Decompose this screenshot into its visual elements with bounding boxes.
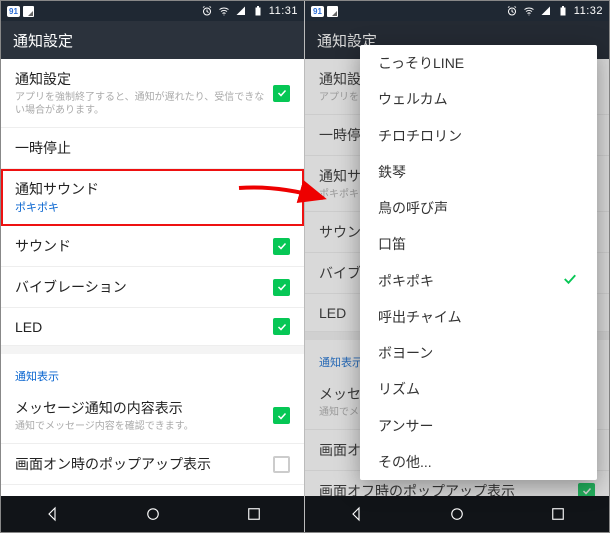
notif-count-badge: 91 xyxy=(7,6,20,17)
battery-icon xyxy=(252,5,264,17)
row-title: 一時停止 xyxy=(15,138,290,158)
sound-option[interactable]: アンサー xyxy=(360,408,597,444)
sound-option[interactable]: チロチロリン xyxy=(360,118,597,154)
sound-option[interactable]: その他... xyxy=(360,444,597,480)
clock: 11:31 xyxy=(269,5,298,17)
phone-left: 91 11:31 通知設定 通知設定アプリを強制終了すると、通知が遅れたり、受信… xyxy=(1,1,305,532)
sound-option[interactable]: 口笛 xyxy=(360,226,597,262)
sound-option[interactable]: ウェルカム xyxy=(360,81,597,117)
section-title: 通知表示 xyxy=(15,368,59,384)
row-title: 通知設定 xyxy=(15,69,273,89)
nav-home-icon[interactable] xyxy=(448,505,466,523)
option-label: ウェルカム xyxy=(378,89,448,109)
settings-row[interactable]: メッセージ通知の内容表示通知でメッセージ内容を確認できます。 xyxy=(1,388,304,444)
wifi-icon xyxy=(523,5,535,17)
option-label: ボヨーン xyxy=(378,343,433,363)
nav-back-icon[interactable] xyxy=(347,505,365,523)
phone-right: 91 11:32 通知設定 通知設定アプリを… 一時停止 通知サウンドポキポキ xyxy=(305,1,609,532)
nav-home-icon[interactable] xyxy=(144,505,162,523)
section-header: 通知表示 xyxy=(1,346,304,388)
battery-icon xyxy=(557,5,569,17)
option-label: リズム xyxy=(378,379,420,399)
check-icon xyxy=(561,270,579,291)
settings-row[interactable]: 一時停止 xyxy=(1,128,304,169)
sound-option[interactable]: 鉄琴 xyxy=(360,154,597,190)
row-title: メッセージ通知の内容表示 xyxy=(15,398,273,418)
nav-recent-icon[interactable] xyxy=(549,505,567,523)
signal-icon xyxy=(235,5,247,17)
option-label: 口笛 xyxy=(378,234,406,254)
sound-option[interactable]: こっそりLINE xyxy=(360,45,597,81)
option-label: その他... xyxy=(378,452,432,472)
notif-count-badge: 91 xyxy=(311,6,324,17)
row-title: サウンド xyxy=(15,236,273,256)
settings-row[interactable]: バイブレーション xyxy=(1,267,304,308)
picture-icon xyxy=(327,6,338,17)
option-label: アンサー xyxy=(378,416,433,436)
checkbox-off-icon[interactable] xyxy=(273,456,290,473)
app-bar: 通知設定 xyxy=(1,21,304,59)
settings-list[interactable]: 通知設定アプリを強制終了すると、通知が遅れたり、受信できない場合があります。 一… xyxy=(1,59,304,496)
checkbox-on-icon[interactable] xyxy=(273,318,290,335)
row-subtitle: 通知でメッセージ内容を確認できます。 xyxy=(15,420,273,433)
settings-row[interactable]: 通知サウンドポキポキ xyxy=(1,169,304,226)
nav-back-icon[interactable] xyxy=(43,505,61,523)
settings-row[interactable]: 画面オン時のポップアップ表示 xyxy=(1,444,304,485)
signal-icon xyxy=(540,5,552,17)
nav-bar xyxy=(1,496,304,532)
checkbox-on-icon[interactable] xyxy=(273,279,290,296)
row-subtitle: ポキポキ xyxy=(15,201,290,215)
status-bar: 91 11:31 xyxy=(1,1,304,21)
settings-row[interactable]: 通知設定アプリを強制終了すると、通知が遅れたり、受信できない場合があります。 xyxy=(1,59,304,128)
settings-row[interactable]: 画面オフ時のポップアップ表示 xyxy=(1,485,304,496)
option-label: 鉄琴 xyxy=(378,162,406,182)
alarm-icon xyxy=(506,5,518,17)
checkbox-on-icon[interactable] xyxy=(273,407,290,424)
option-label: 呼出チャイム xyxy=(378,307,462,327)
option-label: こっそりLINE xyxy=(378,53,464,73)
option-label: 鳥の呼び声 xyxy=(378,198,448,218)
sound-option[interactable]: 鳥の呼び声 xyxy=(360,190,597,226)
sound-option[interactable]: リズム xyxy=(360,371,597,407)
clock: 11:32 xyxy=(574,5,603,17)
sound-option[interactable]: ポキポキ xyxy=(360,263,597,299)
alarm-icon xyxy=(201,5,213,17)
settings-row[interactable]: サウンド xyxy=(1,226,304,267)
option-label: チロチロリン xyxy=(378,126,462,146)
sound-picker-popup: こっそりLINE ウェルカムチロチロリン鉄琴鳥の呼び声口笛ポキポキ呼出チャイムボヨ… xyxy=(360,45,597,480)
status-bar: 91 11:32 xyxy=(305,1,609,21)
picture-icon xyxy=(23,6,34,17)
nav-bar xyxy=(305,496,609,532)
sound-option[interactable]: 呼出チャイム xyxy=(360,299,597,335)
nav-recent-icon[interactable] xyxy=(245,505,263,523)
wifi-icon xyxy=(218,5,230,17)
row-title: バイブレーション xyxy=(15,277,273,297)
row-title: 通知サウンド xyxy=(15,179,290,199)
row-subtitle: アプリを強制終了すると、通知が遅れたり、受信できない場合があります。 xyxy=(15,91,273,117)
checkbox-on-icon[interactable] xyxy=(273,85,290,102)
settings-row[interactable]: LED xyxy=(1,308,304,346)
row-title: LED xyxy=(15,319,273,335)
option-label: ポキポキ xyxy=(378,271,434,291)
checkbox-on-icon[interactable] xyxy=(273,238,290,255)
row-title: 画面オン時のポップアップ表示 xyxy=(15,454,273,474)
sound-option[interactable]: ボヨーン xyxy=(360,335,597,371)
app-bar-title: 通知設定 xyxy=(13,30,73,51)
